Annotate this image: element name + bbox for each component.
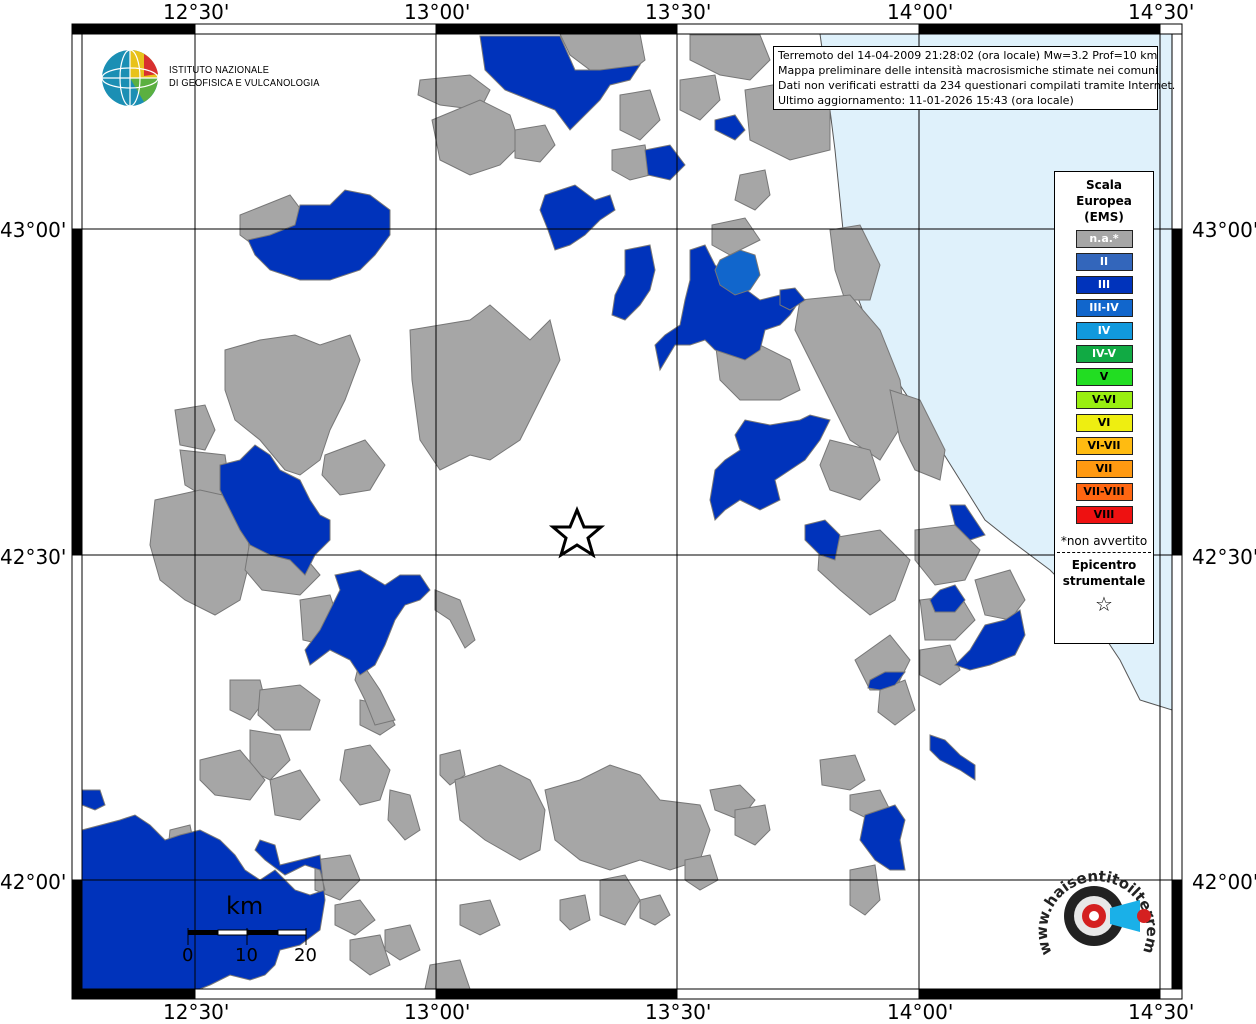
legend-item: IV [1075, 322, 1133, 340]
scale-unit: km [226, 892, 264, 920]
legend-item: VI-VII [1075, 437, 1133, 455]
event-info-line-2: Mappa preliminare delle intensità macros… [778, 64, 1159, 77]
scale-tick-20: 20 [294, 945, 317, 966]
legend-note: *non avvertito [1060, 534, 1148, 548]
legend-item: V [1075, 368, 1133, 386]
ingv-line-1: ISTITUTO NAZIONALE [169, 64, 270, 76]
legend-item: V-VI [1075, 391, 1133, 409]
legend-separator [1057, 552, 1151, 553]
legend-epicenter-line-1: Epicentro [1071, 558, 1137, 572]
legend-item: VII-VIII [1075, 483, 1133, 501]
legend-title-line-3: (EMS) [1084, 210, 1124, 224]
event-info-line-3: Dati non verificati estratti da 234 ques… [778, 79, 1176, 92]
legend-item: II [1075, 253, 1133, 271]
legend-star-icon: ☆ [1095, 592, 1113, 616]
event-info-line-1: Terremoto del 14-04-2009 21:28:02 (ora l… [778, 49, 1158, 62]
ems-legend: Scala Europea (EMS) n.a.* II III III-IV IV IV… [1054, 171, 1154, 644]
ingv-name: ISTITUTO NAZIONALE DI GEOFISICA E VULCAN… [169, 64, 320, 90]
legend-item: n.a.* [1075, 230, 1133, 248]
legend-item: VII [1075, 460, 1133, 478]
legend-epicenter-label: Epicentro strumentale [1055, 557, 1153, 589]
legend-item: VIII [1075, 506, 1133, 524]
legend-item: IV-V [1075, 345, 1133, 363]
haisentito-logo: www.haisentitoilterremoto.it [1032, 858, 1161, 958]
event-info-line-4: Ultimo aggiornamento: 11-01-2026 15:43 (… [778, 94, 1074, 107]
legend-title: Scala Europea (EMS) [1055, 177, 1153, 225]
legend-epicenter-line-2: strumentale [1062, 574, 1146, 588]
legend-item: III [1075, 276, 1133, 294]
legend-title-line-2: Europea [1076, 194, 1132, 208]
scale-tick-0: 0 [182, 945, 194, 966]
legend-items: n.a.* II III III-IV IV IV-V V V-VI VI VI-VII VII VI… [1055, 230, 1153, 524]
scale-tick-10: 10 [235, 945, 258, 966]
event-info-box: Terremoto del 14-04-2009 21:28:02 (ora l… [773, 46, 1176, 110]
legend-title-line-1: Scala [1085, 178, 1123, 192]
legend-item: III-IV [1075, 299, 1133, 317]
legend-item: VI [1075, 414, 1133, 432]
ingv-line-2: DI GEOFISICA E VULCANOLOGIA [169, 77, 320, 89]
